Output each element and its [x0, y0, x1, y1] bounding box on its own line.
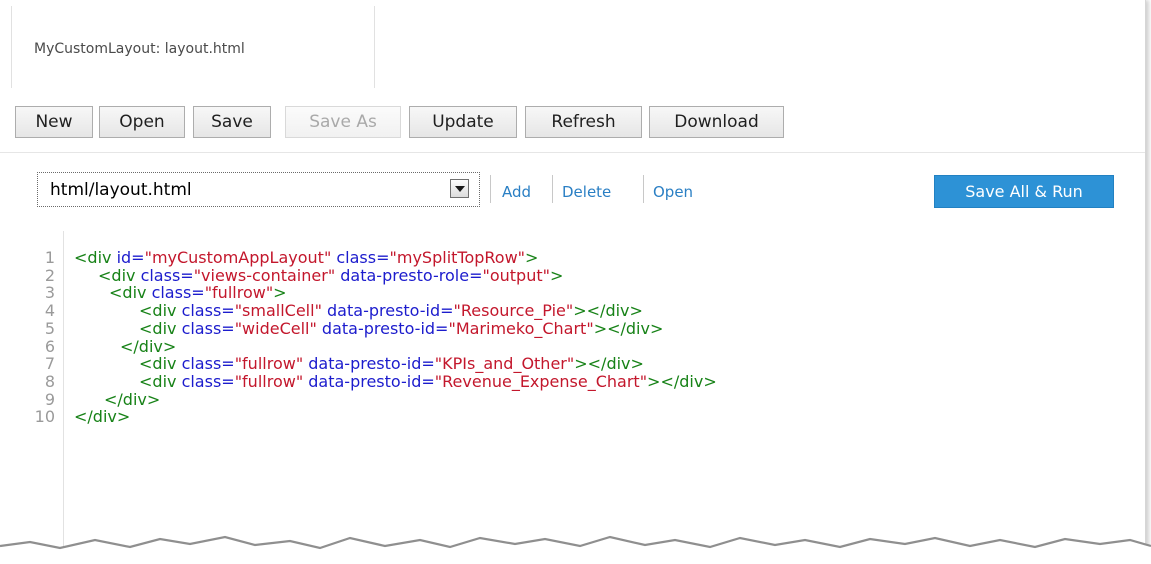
code-token: data-presto-role= [335, 265, 483, 285]
code-token: > [525, 248, 539, 267]
code-token: id= [116, 248, 145, 267]
code-token: <div [139, 301, 182, 321]
divider [490, 175, 491, 203]
code-token: <div [98, 265, 141, 285]
code-token: "fullrow" [204, 283, 274, 303]
code-token: data-presto-id= [316, 318, 449, 338]
divider [643, 175, 644, 203]
code-token: class= [181, 318, 235, 338]
update-button[interactable]: Update [409, 106, 517, 138]
line-number: 8 [44, 371, 55, 391]
line-number: 6 [44, 336, 55, 356]
line-number: 10 [34, 407, 55, 427]
code-token: "fullrow" [234, 354, 304, 374]
code-token: "Revenue_Expense_Chart" [434, 371, 648, 391]
download-button[interactable]: Download [649, 106, 784, 138]
code-token: <div [139, 354, 182, 374]
code-line: <div class="views-container" data-presto… [98, 265, 564, 285]
file-select-value: html/layout.html [50, 180, 192, 200]
code-token: "KPIs_and_Other" [434, 354, 575, 374]
code-token: "Resource_Pie" [453, 301, 574, 321]
code-token: </div> [104, 389, 161, 409]
code-token: ></div> [593, 318, 664, 338]
code-line: </div> [120, 336, 177, 356]
line-number: 5 [44, 318, 55, 338]
line-number: 7 [44, 354, 55, 374]
tab-layout-file[interactable]: MyCustomLayout: layout.html [11, 6, 375, 89]
save-button[interactable]: Save [193, 106, 271, 138]
layout-editor-panel: MyCustomLayout: layout.html New Open Sav… [0, 0, 1146, 564]
code-line: <div class="smallCell" data-presto-id="R… [139, 302, 643, 320]
code-token: ></div> [573, 301, 643, 321]
add-file-link[interactable]: Add [502, 183, 531, 201]
code-token: <div [109, 283, 152, 303]
code-token: ></div> [574, 354, 644, 374]
line-number: 4 [44, 301, 55, 321]
new-button[interactable]: New [15, 106, 93, 138]
code-token: "wideCell" [234, 318, 317, 338]
refresh-button[interactable]: Refresh [525, 106, 642, 138]
line-number: 1 [44, 248, 55, 267]
code-token: "Marimeko_Chart" [448, 318, 594, 338]
line-number: 9 [44, 389, 55, 409]
code-line: <div class="fullrow" data-presto-id="Rev… [139, 371, 717, 391]
code-line: <div class="fullrow"> [109, 284, 287, 302]
code-token: </div> [74, 407, 131, 427]
code-token: <div [139, 318, 182, 338]
tab-label: MyCustomLayout: layout.html [34, 41, 245, 57]
file-select[interactable]: html/layout.html [37, 172, 480, 207]
code-token: "views-container" [193, 265, 336, 285]
code-token: > [273, 283, 287, 303]
code-editor[interactable]: 1 2 3 4 5 6 7 8 9 10 <div id="myCustomAppLayout" … [0, 231, 1145, 564]
tab-strip: MyCustomLayout: layout.html [0, 0, 1145, 89]
code-line: </div> [104, 389, 161, 409]
code-token: <div [74, 248, 117, 267]
toolbar: New Open Save Save As Update Refresh Dow… [0, 88, 1145, 153]
code-token: <div [139, 371, 182, 391]
save-as-button[interactable]: Save As [285, 106, 401, 138]
line-number: 2 [44, 265, 55, 285]
chevron-down-icon[interactable] [450, 179, 469, 198]
open-button[interactable]: Open [99, 106, 185, 138]
divider [552, 175, 553, 203]
code-line: <div class="fullrow" data-presto-id="KPI… [139, 355, 644, 373]
code-token: data-presto-id= [303, 371, 435, 391]
save-all-run-button[interactable]: Save All & Run [934, 175, 1114, 208]
code-token: data-presto-id= [303, 354, 435, 374]
code-token: > [549, 265, 564, 285]
file-bar: html/layout.html Add Delete Open Save Al… [0, 153, 1145, 231]
code-token: "fullrow" [234, 371, 304, 391]
code-token: class= [181, 371, 235, 391]
code-token: class= [181, 301, 235, 321]
open-file-link[interactable]: Open [653, 183, 693, 201]
code-token: class= [181, 354, 235, 374]
line-number: 3 [44, 283, 55, 303]
code-token: "smallCell" [234, 301, 322, 321]
delete-file-link[interactable]: Delete [562, 183, 611, 201]
code-token: data-presto-id= [321, 301, 454, 321]
code-token: "output" [482, 265, 550, 285]
torn-edge [0, 535, 1151, 564]
code-line: <div class="wideCell" data-presto-id="Ma… [139, 318, 664, 338]
code-token: "mySplitTopRow" [389, 248, 526, 267]
code-token: class= [151, 283, 205, 303]
code-token: </div> [120, 336, 177, 356]
code-token: ></div> [647, 371, 717, 391]
line-number-gutter: 1 2 3 4 5 6 7 8 9 10 [0, 231, 64, 564]
code-line: </div> [74, 408, 130, 426]
code-token: class= [140, 265, 194, 285]
code-line: <div id="myCustomAppLayout" class="mySpl… [74, 249, 538, 267]
code-token: "myCustomAppLayout" [144, 248, 332, 267]
code-token: class= [331, 248, 390, 267]
